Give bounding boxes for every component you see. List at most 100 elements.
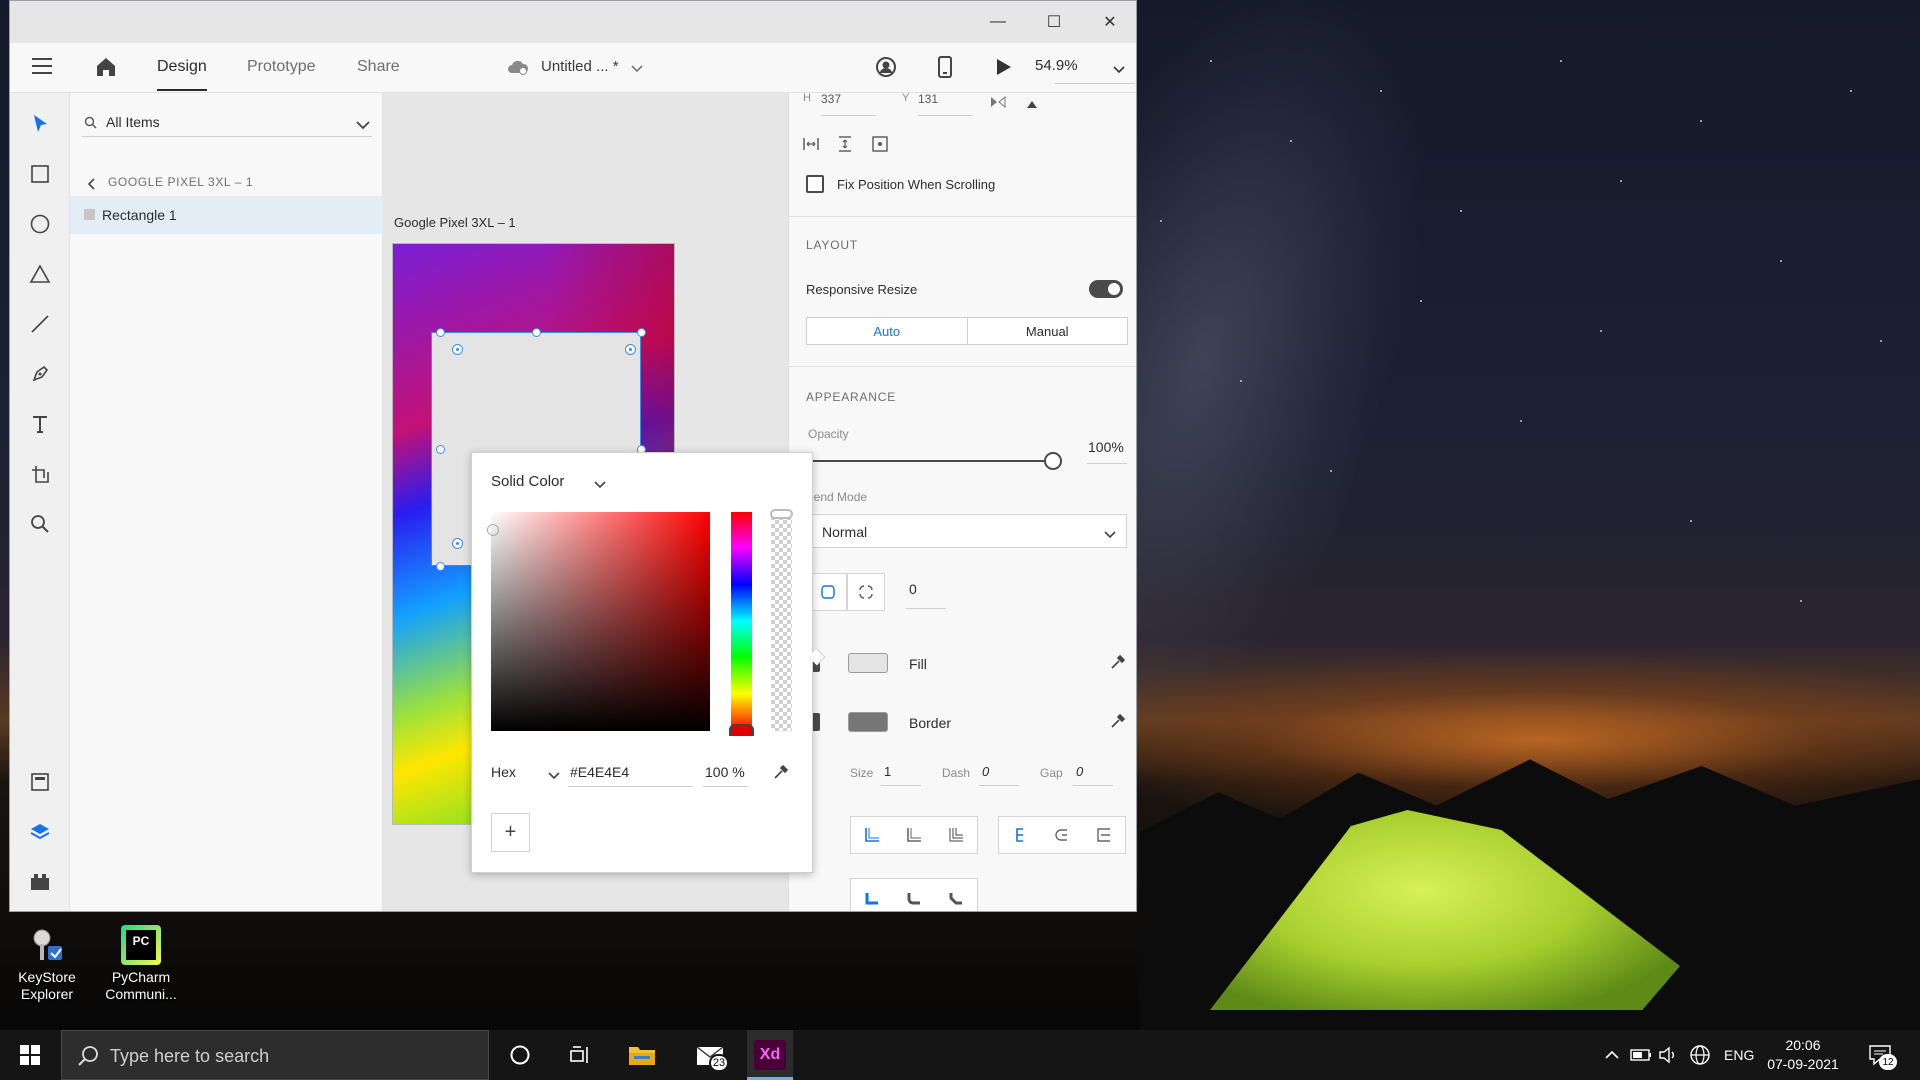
chevron-down-icon[interactable] xyxy=(594,477,606,493)
flip-horizontal-icon[interactable] xyxy=(990,95,1006,111)
resize-handle[interactable] xyxy=(436,445,445,454)
fill-color-swatch[interactable] xyxy=(848,653,888,673)
uniform-corner-button[interactable] xyxy=(809,573,847,611)
desktop-icon-keystore[interactable]: KeyStore Explorer xyxy=(4,925,90,1003)
battery-icon[interactable] xyxy=(1626,1040,1656,1070)
home-icon[interactable] xyxy=(94,55,118,79)
transform-icon[interactable] xyxy=(871,135,889,156)
show-hidden-icons-icon[interactable] xyxy=(1597,1040,1627,1070)
resize-handle[interactable] xyxy=(637,328,646,337)
tab-design[interactable]: Design xyxy=(157,58,207,91)
manual-option[interactable]: Manual xyxy=(968,318,1128,344)
butt-cap-icon[interactable] xyxy=(999,817,1041,853)
task-view-icon[interactable] xyxy=(565,1040,595,1070)
opacity-slider-thumb[interactable] xyxy=(1044,452,1062,470)
windows-start-icon[interactable] xyxy=(15,1040,45,1070)
select-tool-icon[interactable] xyxy=(27,111,53,137)
per-corner-button[interactable] xyxy=(847,573,885,611)
responsive-resize-toggle[interactable] xyxy=(1089,280,1123,298)
round-cap-icon[interactable] xyxy=(1041,817,1083,853)
layer-row[interactable]: Rectangle 1 xyxy=(70,196,383,234)
document-title[interactable]: Untitled ... * xyxy=(541,58,619,75)
inner-stroke-icon[interactable] xyxy=(851,817,893,853)
miter-join-icon[interactable] xyxy=(851,879,893,911)
border-color-swatch[interactable] xyxy=(848,712,888,732)
layers-icon[interactable] xyxy=(27,819,53,845)
add-swatch-button[interactable]: + xyxy=(491,813,530,852)
color-selector-handle[interactable] xyxy=(487,524,499,536)
close-button[interactable]: ✕ xyxy=(1082,1,1136,43)
round-join-icon[interactable] xyxy=(893,879,935,911)
resize-handle[interactable] xyxy=(436,562,445,571)
polygon-tool-icon[interactable] xyxy=(27,261,53,287)
file-explorer-icon[interactable] xyxy=(627,1040,657,1070)
minimize-button[interactable]: — xyxy=(970,1,1026,43)
distribute-vertical-icon[interactable] xyxy=(837,135,853,156)
layers-search[interactable]: All Items xyxy=(82,107,372,137)
zoom-chevron-down-icon[interactable] xyxy=(1113,62,1125,78)
alpha-input[interactable]: 100 % xyxy=(705,764,745,780)
distribute-horizontal-icon[interactable] xyxy=(802,136,820,155)
size-value[interactable]: 1 xyxy=(884,764,891,779)
ellipse-tool-icon[interactable] xyxy=(27,211,53,237)
saturation-value-field[interactable] xyxy=(491,512,710,731)
artboard-tool-icon[interactable] xyxy=(27,461,53,487)
taskbar-search-box[interactable]: Type here to search xyxy=(61,1030,489,1080)
resize-handle[interactable] xyxy=(532,328,541,337)
maximize-button[interactable]: ☐ xyxy=(1026,1,1082,43)
hue-slider-thumb[interactable] xyxy=(729,724,754,736)
menu-icon[interactable] xyxy=(32,58,52,79)
blend-mode-dropdown[interactable]: Normal xyxy=(811,514,1127,548)
line-tool-icon[interactable] xyxy=(27,311,53,337)
format-chevron-down-icon[interactable] xyxy=(548,768,560,784)
rectangle-tool-icon[interactable] xyxy=(27,161,53,187)
play-icon[interactable] xyxy=(993,57,1013,80)
plugins-icon[interactable] xyxy=(27,869,53,895)
alpha-slider[interactable] xyxy=(771,512,792,731)
text-tool-icon[interactable] xyxy=(27,411,53,437)
gap-value[interactable]: 0 xyxy=(1076,764,1083,779)
language-indicator[interactable]: ENG xyxy=(1724,1047,1754,1063)
cortana-icon[interactable] xyxy=(505,1040,535,1070)
mobile-preview-icon[interactable] xyxy=(937,55,953,82)
zoom-tool-icon[interactable] xyxy=(27,511,53,537)
tab-prototype[interactable]: Prototype xyxy=(247,58,315,76)
resize-handle[interactable] xyxy=(436,328,445,337)
flip-vertical-icon[interactable] xyxy=(1026,96,1038,112)
corner-radius-handle[interactable] xyxy=(452,538,463,549)
square-cap-icon[interactable] xyxy=(1083,817,1125,853)
back-chevron-icon[interactable] xyxy=(87,177,96,193)
artboard-label[interactable]: Google Pixel 3XL – 1 xyxy=(394,215,516,230)
network-globe-icon[interactable] xyxy=(1685,1040,1715,1070)
fix-position-checkbox[interactable] xyxy=(806,175,824,193)
pen-tool-icon[interactable] xyxy=(27,361,53,387)
filter-chevron-down-icon[interactable] xyxy=(356,117,370,133)
border-eyedropper-icon[interactable] xyxy=(1109,712,1127,733)
opacity-slider-track[interactable] xyxy=(806,460,1046,462)
zoom-level[interactable]: 54.9% xyxy=(1035,57,1078,74)
corner-radius-handle[interactable] xyxy=(452,344,463,355)
tab-share[interactable]: Share xyxy=(357,58,400,76)
system-clock[interactable]: 20:06 07-09-2021 xyxy=(1753,1036,1853,1074)
corner-radius-value[interactable]: 0 xyxy=(909,581,917,597)
bevel-join-icon[interactable] xyxy=(935,879,977,911)
opacity-value[interactable]: 100% xyxy=(1088,439,1124,455)
notifications-icon[interactable]: 12 xyxy=(1865,1040,1897,1070)
outer-stroke-icon[interactable] xyxy=(935,817,977,853)
hex-input[interactable]: #E4E4E4 xyxy=(570,764,629,780)
hue-slider[interactable] xyxy=(731,512,752,731)
auto-option[interactable]: Auto xyxy=(807,318,968,344)
fill-eyedropper-icon[interactable] xyxy=(1109,653,1127,674)
chevron-down-icon[interactable] xyxy=(631,61,643,77)
height-field[interactable]: 337 xyxy=(821,93,841,106)
mail-icon[interactable]: 23 xyxy=(689,1040,733,1072)
xd-taskbar-button[interactable]: Xd xyxy=(747,1030,793,1080)
corner-radius-handle[interactable] xyxy=(625,344,636,355)
dash-value[interactable]: 0 xyxy=(982,764,989,779)
breadcrumb[interactable]: GOOGLE PIXEL 3XL – 1 xyxy=(108,175,253,189)
invite-user-icon[interactable] xyxy=(875,56,897,81)
color-format-label[interactable]: Hex xyxy=(491,764,516,780)
picker-eyedropper-icon[interactable] xyxy=(772,763,790,784)
volume-icon[interactable] xyxy=(1653,1040,1683,1070)
color-mode-label[interactable]: Solid Color xyxy=(491,473,564,490)
